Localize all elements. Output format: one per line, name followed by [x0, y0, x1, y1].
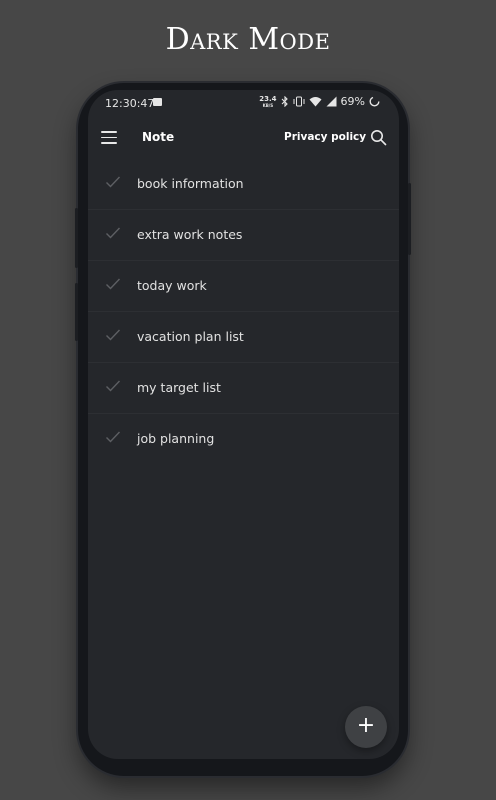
- app-title: Note: [142, 130, 175, 144]
- note-title: extra work notes: [137, 227, 243, 242]
- privacy-policy-link[interactable]: Privacy policy: [284, 131, 366, 143]
- volume-button-lower: [75, 283, 78, 341]
- promo-title: Dark Mode: [165, 22, 331, 57]
- signal-icon: [326, 96, 337, 107]
- wifi-icon: [309, 97, 322, 107]
- note-title: today work: [137, 278, 207, 293]
- app-screen: 12:30:47 23.4 KB/S 69% Note Privacy poli…: [88, 90, 399, 759]
- note-title: vacation plan list: [137, 329, 244, 344]
- check-icon: [106, 431, 121, 443]
- search-icon[interactable]: [370, 129, 387, 146]
- status-bar: 12:30:47 23.4 KB/S 69%: [88, 90, 399, 116]
- status-indicators: 23.4 KB/S 69%: [259, 95, 380, 108]
- battery-percent: 69%: [340, 95, 365, 108]
- check-icon: [106, 227, 121, 239]
- list-item[interactable]: book information: [88, 159, 399, 210]
- vibrate-icon: [293, 96, 305, 107]
- note-title: book information: [137, 176, 244, 191]
- app-bar: Note Privacy policy: [88, 119, 399, 159]
- list-item[interactable]: my target list: [88, 363, 399, 414]
- net-speed: 23.4 KB/S: [259, 94, 277, 108]
- note-title: my target list: [137, 380, 221, 395]
- bluetooth-icon: [281, 96, 288, 107]
- check-icon: [106, 329, 121, 341]
- check-icon: [106, 380, 121, 392]
- power-button: [408, 183, 411, 255]
- battery-icon: [369, 96, 380, 107]
- list-item[interactable]: job planning: [88, 414, 399, 464]
- net-speed-value: 23.4: [259, 94, 277, 103]
- note-list: book information extra work notes today …: [88, 159, 399, 464]
- list-item[interactable]: vacation plan list: [88, 312, 399, 363]
- list-item[interactable]: today work: [88, 261, 399, 312]
- image-notification-icon: [153, 98, 162, 106]
- status-time: 12:30:47: [105, 97, 155, 110]
- check-icon: [106, 176, 121, 188]
- menu-icon[interactable]: [101, 131, 117, 145]
- note-title: job planning: [137, 431, 215, 446]
- net-speed-unit: KB/S: [262, 102, 274, 108]
- volume-button: [75, 208, 78, 268]
- add-note-button[interactable]: +: [345, 706, 387, 748]
- list-item[interactable]: extra work notes: [88, 210, 399, 261]
- check-icon: [106, 278, 121, 290]
